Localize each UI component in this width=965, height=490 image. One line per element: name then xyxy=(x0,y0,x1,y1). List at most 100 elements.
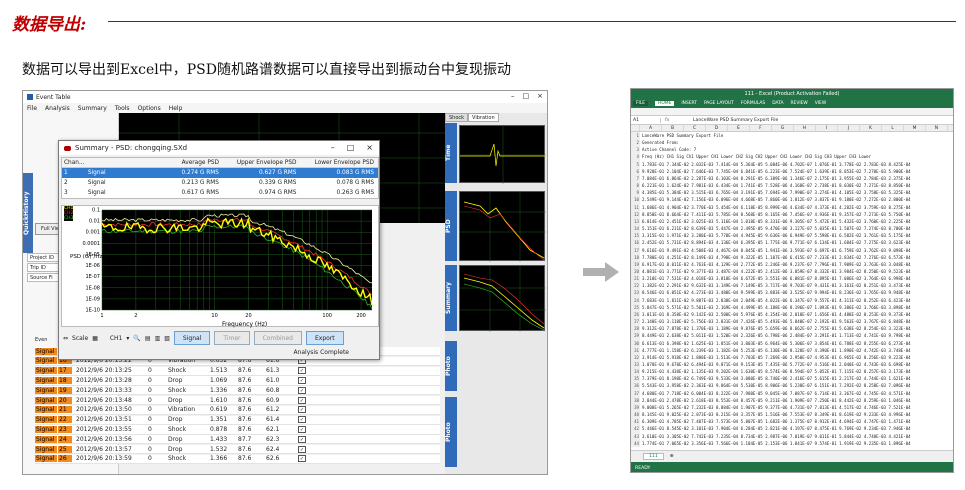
tab-insert[interactable]: INSERT xyxy=(681,101,697,106)
row-number[interactable]: 12 xyxy=(631,210,640,218)
cell-text[interactable]: LanceWare PSD Summary Export File xyxy=(640,132,723,139)
cell-values[interactable]: 9.008E-01 5.265E-02 7.232E-03 8.884E-04 … xyxy=(640,404,911,411)
tab-page-layout[interactable]: PAGE LAYOUT xyxy=(704,101,734,106)
row-number[interactable]: 9 xyxy=(631,189,640,197)
sheet-row[interactable]: 20 4.081E-01 3.771E-02 9.377E-03 3.487E-0… xyxy=(631,267,953,276)
cell-values[interactable]: 6.613E-01 6.398E-02 1.625E-03 1.851E-04 … xyxy=(640,340,911,347)
cell-values[interactable]: 5.446E-01 8.545E-02 3.101E-03 7.904E-04 … xyxy=(640,425,911,432)
cell-values[interactable]: 9.616E-01 9.491E-02 4.508E-03 4.467E-04 … xyxy=(640,247,911,254)
sheet-row[interactable]: 40 8.145E-01 9.025E-02 2.873E-03 8.215E-0… xyxy=(631,411,953,419)
tab-home[interactable]: HOME xyxy=(655,101,675,106)
column-header[interactable]: E xyxy=(728,125,750,131)
sheet-row[interactable]: 29 8.449E-01 2.638E-02 5.011E-03 1.520E-0… xyxy=(631,332,953,340)
menu-item-analysis[interactable]: Analysis xyxy=(45,105,70,112)
table-row[interactable]: Signal 20 2012/9/6 20:13:48 0 Drop 1.610 87.6 6… xyxy=(35,396,440,406)
sheet-row[interactable]: 35 7.379E-01 8.198E-02 6.749E-03 9.533E-0… xyxy=(631,375,953,383)
cell-values[interactable]: 6.014E-01 2.451E-02 3.025E-03 5.116E-04 … xyxy=(640,218,911,225)
row-number[interactable]: 28 xyxy=(631,325,640,333)
cell-values[interactable]: 9.215E-01 4.438E-02 1.135E-03 9.202E-04 … xyxy=(640,368,911,375)
table-row[interactable]: Signal 22 2012/9/6 20:13:51 0 Drop 1.351 87.6 6… xyxy=(35,415,440,425)
menu-item-options[interactable]: Options xyxy=(138,105,161,112)
sheet-row[interactable]: 36 5.543E-01 3.958E-02 2.363E-03 9.864E-0… xyxy=(631,382,953,390)
sheet-row[interactable]: 10 2.549E-01 9.144E-02 7.156E-03 6.096E-0… xyxy=(631,196,953,204)
zoom-icon[interactable]: 🔍 xyxy=(133,335,140,342)
row-number[interactable]: 27 xyxy=(631,318,640,326)
menu-item-file[interactable]: File xyxy=(27,105,37,112)
summary-row[interactable]: 3 Signal 0.617 G RMS 0.974 G RMS 0.263 G RMS xyxy=(62,188,378,198)
row-number[interactable]: 34 xyxy=(631,368,640,376)
sheet-row[interactable]: 30 6.613E-01 6.398E-02 1.625E-03 1.851E-0… xyxy=(631,339,953,347)
row-number[interactable]: 7 xyxy=(631,174,640,183)
row-number[interactable]: 22 xyxy=(631,282,640,290)
cell-text[interactable]: Freq (Hz) CH1 Sig Ch1 Upper CH1 Lower CH… xyxy=(640,153,871,160)
cell-values[interactable]: 7.379E-01 8.198E-02 6.749E-03 9.533E-04 … xyxy=(640,375,911,382)
photo-section-label-2[interactable]: Photo xyxy=(445,397,457,467)
sheet-row[interactable]: 14 5.151E-01 6.211E-02 8.639E-03 5.447E-0… xyxy=(631,225,953,233)
chevron-down-icon[interactable]: ▾ xyxy=(126,335,129,342)
spreadsheet-grid[interactable]: 1 LanceWare PSD Summary Export File 2 Gener… xyxy=(631,132,953,450)
cell-values[interactable]: 4.081E-01 3.771E-02 9.377E-03 3.487E-04 … xyxy=(640,268,911,275)
row-number[interactable]: 26 xyxy=(631,310,640,319)
cell-values[interactable]: 5.151E-01 6.211E-02 8.639E-03 5.447E-04 … xyxy=(640,225,911,232)
row-number[interactable]: 37 xyxy=(631,389,640,397)
row-number[interactable]: 20 xyxy=(631,267,640,276)
event-checkbox[interactable]: ✓ xyxy=(298,425,306,433)
sheet-row[interactable]: 32 3.914E-01 5.918E-02 1.880E-03 1.513E-0… xyxy=(631,353,953,361)
column-header[interactable]: H xyxy=(794,125,816,131)
channel-select[interactable]: CH1 xyxy=(110,335,123,342)
psd-section-label[interactable]: PSD xyxy=(445,191,457,261)
menu-item-summary[interactable]: Summary xyxy=(78,105,107,112)
row-number[interactable]: 44 xyxy=(631,439,640,447)
cell-values[interactable]: 8.546E-01 6.051E-02 4.273E-03 3.480E-04 … xyxy=(640,289,911,296)
fx-icon[interactable]: fx xyxy=(661,118,689,123)
cell-values[interactable]: 3.218E-01 7.531E-02 4.018E-03 3.818E-04 … xyxy=(640,275,911,282)
table-row[interactable]: Signal 19 2012/9/6 20:13:33 0 Shock 1.336 87.6… xyxy=(35,386,440,396)
summary-row[interactable]: 2 Signal 0.213 G RMS 0.339 G RMS 0.078 G RMS xyxy=(62,178,378,188)
column-header[interactable]: J xyxy=(838,125,860,131)
chart-icon-1[interactable]: ▤ xyxy=(145,335,151,342)
cell-values[interactable]: 2.452E-01 5.731E-02 8.894E-03 4.136E-04 … xyxy=(640,239,911,246)
sheet-tab[interactable]: 111 xyxy=(643,453,664,460)
event-checkbox[interactable]: ✓ xyxy=(298,396,306,404)
column-header[interactable]: A xyxy=(640,125,662,131)
combined-button[interactable]: Combined xyxy=(253,331,302,345)
row-number[interactable]: 41 xyxy=(631,418,640,426)
dialog-maximize-button[interactable]: □ xyxy=(347,143,355,152)
cell-values[interactable]: 7.084E-01 6.864E-02 2.287E-03 6.103E-04 … xyxy=(640,175,911,182)
col-average[interactable]: Average PSD xyxy=(143,160,223,166)
cell-values[interactable]: 9.920E-01 2.104E-02 7.646E-03 7.745E-04 … xyxy=(640,168,911,175)
row-number[interactable]: 8 xyxy=(631,182,640,190)
table-row[interactable]: Signal 18 2012/9/6 20:13:28 0 Drop 1.069 87.6 6… xyxy=(35,376,440,386)
cell-values[interactable]: 6.309E-01 4.785E-02 7.487E-03 7.573E-04 … xyxy=(640,418,911,425)
row-number[interactable]: 4 xyxy=(631,153,640,161)
sheet-row[interactable]: 22 1.382E-01 2.291E-02 9.632E-03 3.149E-0… xyxy=(631,282,953,290)
grid-icon[interactable]: ▦ xyxy=(92,335,98,342)
tab-data[interactable]: DATA xyxy=(772,101,783,106)
cell-values[interactable]: 4.777E-01 1.158E-02 6.239E-03 1.182E-04 … xyxy=(640,347,911,354)
cell-values[interactable]: 1.078E-01 9.678E-02 6.494E-03 9.871E-04 … xyxy=(640,361,911,368)
row-number[interactable]: 23 xyxy=(631,289,640,297)
row-number[interactable]: 39 xyxy=(631,403,640,412)
export-button[interactable]: Export xyxy=(305,331,344,345)
row-number[interactable]: 14 xyxy=(631,225,640,233)
row-number[interactable]: 16 xyxy=(631,239,640,247)
sheet-row[interactable]: 13 6.014E-01 2.451E-02 3.025E-03 5.116E-0… xyxy=(631,217,953,226)
scale-icon[interactable]: ⇔ xyxy=(63,335,68,342)
row-number[interactable]: 35 xyxy=(631,375,640,383)
row-number[interactable]: 31 xyxy=(631,346,640,354)
cell-values[interactable]: 5.543E-01 3.958E-02 2.363E-03 9.864E-04 … xyxy=(640,382,911,389)
sheet-row[interactable]: 39 9.008E-01 5.265E-02 7.232E-03 8.884E-0… xyxy=(631,403,953,412)
row-number[interactable]: 10 xyxy=(631,196,640,204)
cell-text[interactable]: Active Channel Code: 7 xyxy=(640,146,696,153)
sheet-row[interactable]: 2 Generated From: xyxy=(631,139,953,147)
sheet-row[interactable]: 34 9.215E-01 4.438E-02 1.135E-03 9.202E-0… xyxy=(631,368,953,376)
sheet-row[interactable]: 15 3.315E-01 1.971E-02 3.280E-03 5.778E-0… xyxy=(631,232,953,240)
cell-values[interactable]: 1.783E-01 7.344E-02 2.032E-03 7.414E-04 … xyxy=(640,161,911,168)
row-number[interactable]: 36 xyxy=(631,382,640,390)
sheet-row[interactable]: 44 1.774E-01 7.065E-02 3.356E-03 7.566E-0… xyxy=(631,439,953,447)
cell-values[interactable]: 1.774E-01 7.065E-02 3.356E-03 7.566E-04 … xyxy=(640,440,911,447)
row-number[interactable]: 43 xyxy=(631,432,640,440)
dialog-minimize-button[interactable]: – xyxy=(331,143,335,152)
row-number[interactable]: 21 xyxy=(631,275,640,283)
event-checkbox[interactable]: ✓ xyxy=(298,386,306,394)
